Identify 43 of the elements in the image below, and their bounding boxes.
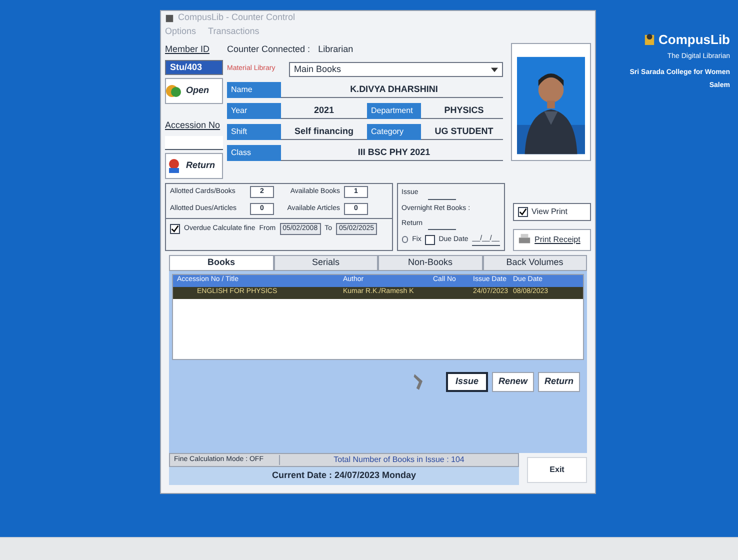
field-value: III BSC PHY 2021 — [356, 146, 432, 159]
material-dropdown[interactable]: Main Books — [289, 62, 503, 77]
dropdown-icon — [491, 66, 498, 73]
counter-value: Librarian — [318, 43, 354, 56]
field-value: K.DIVYA DHARSHINI — [349, 82, 439, 96]
field-label: Category — [367, 124, 421, 140]
accession-field[interactable] — [165, 136, 223, 150]
print-receipt-button[interactable]: Print Receipt — [512, 228, 591, 250]
checkbox[interactable] — [518, 206, 528, 216]
current-date: Current Date : 24/07/2023 Monday — [272, 469, 416, 482]
brand-name: CompusLib — [658, 31, 730, 49]
tab[interactable]: Serials — [274, 254, 378, 270]
member-id-field[interactable]: Stu/403 — [165, 60, 223, 75]
status-text: Total Number of Books in Issue : 104 — [332, 454, 466, 466]
field-label: Accession No — [165, 119, 222, 132]
tab[interactable]: Back Volumes — [482, 254, 587, 270]
tab[interactable]: Non-Books — [378, 254, 482, 270]
field-value: 2021 — [312, 104, 336, 117]
exit-button[interactable]: Exit — [527, 457, 587, 483]
field-label: Name — [227, 82, 281, 98]
action-button[interactable]: Return — [538, 372, 580, 392]
return-button[interactable]: Return — [165, 152, 223, 178]
tab[interactable]: Books — [169, 254, 274, 270]
printer-icon — [518, 233, 531, 246]
field-value: Self financing — [293, 124, 354, 138]
checkbox[interactable] — [425, 234, 435, 245]
view-print-option[interactable]: View Print — [512, 202, 591, 220]
field-label: Class — [227, 144, 281, 160]
action-button[interactable]: Issue — [446, 372, 488, 392]
window-title: CompusLib - Counter Control — [178, 11, 296, 24]
field-label: Member ID — [165, 43, 211, 56]
checkbox[interactable] — [170, 224, 180, 234]
radio-button[interactable] — [402, 236, 408, 244]
field-label: Department — [367, 102, 421, 118]
action-button[interactable]: Renew — [492, 372, 534, 392]
field-label: Year — [227, 102, 281, 118]
field-label: Counter Connected : — [227, 43, 310, 56]
field-value: PHYSICS — [443, 104, 485, 117]
open-button[interactable]: Open — [165, 78, 223, 104]
logo-icon — [644, 33, 654, 46]
field-value: UG STUDENT — [434, 124, 494, 138]
app-icon — [165, 14, 174, 22]
field-label: Shift — [227, 124, 281, 140]
